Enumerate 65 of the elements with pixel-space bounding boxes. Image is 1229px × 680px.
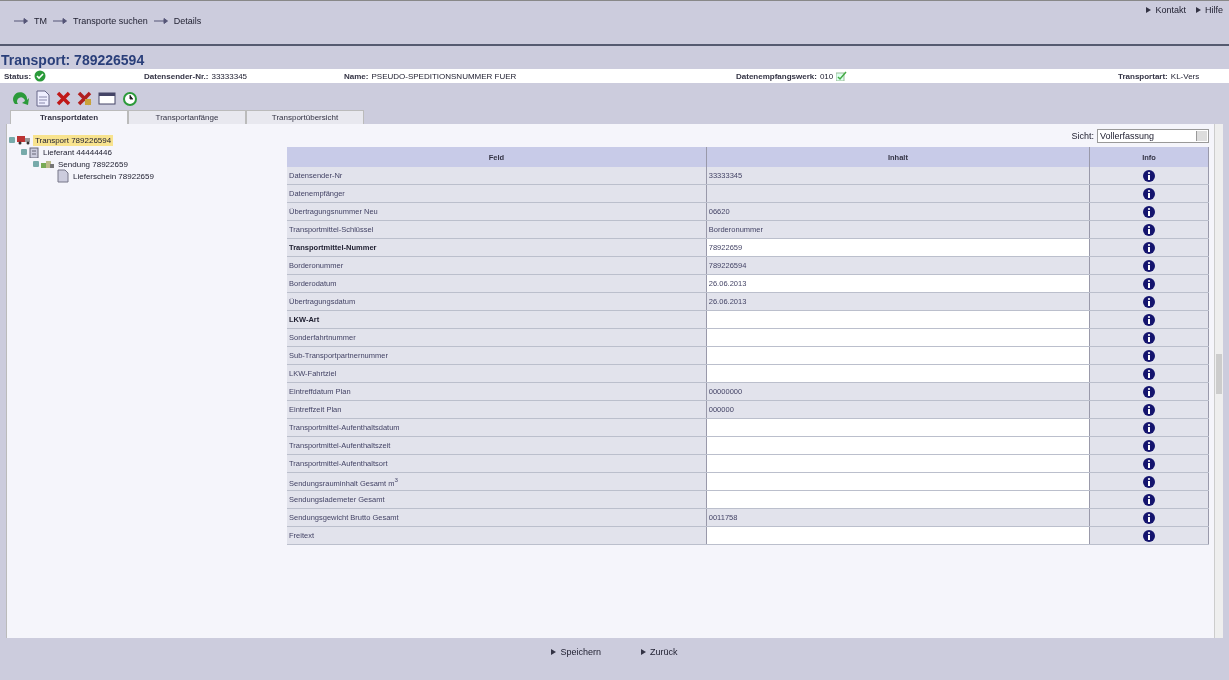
info-icon[interactable]	[1143, 439, 1156, 452]
info-icon[interactable]	[1143, 259, 1156, 272]
info-icon[interactable]	[1143, 295, 1156, 308]
delete-icon[interactable]	[56, 90, 71, 106]
document-icon[interactable]	[36, 89, 50, 107]
info-value: 33333345	[211, 71, 248, 81]
info-icon[interactable]	[1143, 475, 1156, 488]
view-select[interactable]: Vollerfassung	[1097, 129, 1209, 143]
arrow-icon	[153, 18, 168, 24]
breadcrumb-link[interactable]: Details	[173, 16, 202, 26]
tab[interactable]: Transportdaten	[10, 110, 128, 124]
tab[interactable]: Transportanfänge	[128, 110, 246, 124]
info-icon[interactable]	[1143, 385, 1156, 398]
footer-link[interactable]: Speichern	[560, 647, 601, 657]
info-label: Transportart:	[1118, 71, 1168, 81]
info-icon[interactable]	[1143, 277, 1156, 290]
info-icon[interactable]	[1143, 493, 1156, 506]
tree-item[interactable]: Lieferant 44444446	[41, 146, 114, 158]
footer-link[interactable]: Zurück	[650, 647, 678, 657]
info-label: Status:	[4, 71, 32, 81]
delete-icon[interactable]	[77, 90, 92, 106]
info-icon[interactable]	[1143, 511, 1156, 524]
info-icon[interactable]	[1143, 223, 1156, 236]
info-icon[interactable]	[1143, 169, 1156, 182]
tree-item[interactable]: Sendung 78922659	[56, 158, 130, 170]
page-title: Transport: 789226594	[0, 51, 146, 68]
info-label: Name:	[344, 71, 369, 81]
info-value: 010	[819, 71, 834, 81]
header-link[interactable]: Hilfe	[1205, 5, 1223, 15]
arrow-icon	[14, 18, 28, 24]
info-icon[interactable]	[1143, 187, 1156, 200]
info-label: Datenempfangswerk:	[736, 71, 817, 81]
triangle-icon	[641, 649, 646, 655]
info-icon[interactable]	[1143, 313, 1156, 326]
info-value: PSEUDO-SPEDITIONSNUMMER FUER	[371, 71, 517, 81]
truck-icon	[17, 135, 31, 145]
info-icon[interactable]	[1143, 529, 1156, 542]
triangle-icon	[1196, 7, 1201, 13]
breadcrumb-link[interactable]: TM	[34, 16, 47, 26]
tree-item[interactable]: Transport 789226594	[33, 134, 114, 146]
tab[interactable]: Transportübersicht	[246, 110, 364, 124]
info-icon[interactable]	[1143, 241, 1156, 254]
checkmark-icon	[836, 71, 848, 81]
building-icon	[29, 146, 39, 158]
info-icon[interactable]	[1143, 331, 1156, 344]
scrollbar[interactable]	[1214, 124, 1223, 638]
triangle-icon	[1146, 7, 1152, 13]
info-icon[interactable]	[1143, 457, 1156, 470]
info-icon[interactable]	[1143, 205, 1156, 218]
info-icon[interactable]	[1143, 403, 1156, 416]
view-label: Sicht:	[1071, 131, 1094, 141]
boxes-icon	[41, 159, 54, 169]
triangle-icon	[551, 649, 557, 655]
breadcrumb-link[interactable]: Transporte suchen	[73, 16, 148, 26]
info-icon[interactable]	[1143, 367, 1156, 380]
window-icon[interactable]	[98, 91, 116, 105]
document-icon	[57, 169, 69, 183]
info-value: KL-Vers	[1170, 71, 1200, 81]
tree-item[interactable]: Lieferschein 78922659	[71, 170, 156, 182]
arrow-icon	[53, 18, 67, 24]
info-icon[interactable]	[1143, 421, 1156, 434]
info-icon[interactable]	[1143, 349, 1156, 362]
clock-icon[interactable]	[122, 90, 137, 106]
header-link[interactable]: Kontakt	[1155, 5, 1186, 15]
info-label: Datensender-Nr.:	[144, 71, 209, 81]
